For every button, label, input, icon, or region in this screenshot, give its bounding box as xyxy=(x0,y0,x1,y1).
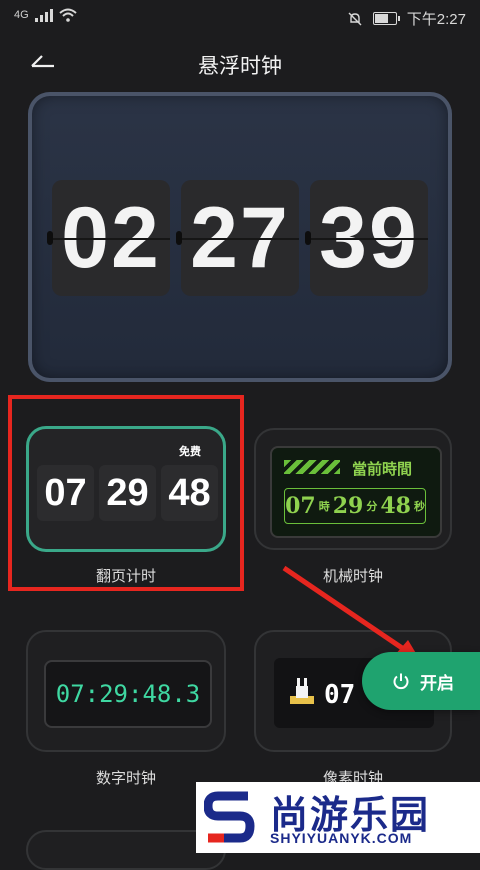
preview-hours: 02 xyxy=(47,180,170,296)
preview-minutes: 27 xyxy=(176,180,299,296)
mechanical-clock-card[interactable]: 當前時間 07 時 29 分 48 秒 xyxy=(254,428,452,550)
status-right: 下午2:27 xyxy=(347,8,466,29)
power-icon xyxy=(393,673,409,690)
rabbit-icon xyxy=(290,678,314,704)
digital-time: 07:29:48.3 xyxy=(44,660,212,728)
highlight-box xyxy=(8,395,244,591)
signal-icon xyxy=(34,8,53,22)
wifi-icon xyxy=(59,8,77,22)
status-bar: 4G 下午2:27 xyxy=(0,0,480,34)
watermark-en: SHYIYUANYK.COM xyxy=(270,830,413,846)
mechanical-time: 07 時 29 分 48 秒 xyxy=(284,488,426,524)
digital-clock-card[interactable]: 07:29:48.3 xyxy=(26,630,226,752)
pixel-time: 07 xyxy=(324,680,356,710)
site-logo-icon xyxy=(204,791,255,843)
battery-icon xyxy=(372,12,400,25)
network-type: 4G xyxy=(14,9,29,21)
watermark: 尚游乐园 SHYIYUANYK.COM xyxy=(196,782,480,853)
mute-bell-icon xyxy=(348,12,362,25)
page-title: 悬浮时钟 xyxy=(198,55,282,78)
status-left: 4G xyxy=(14,8,77,22)
preview-seconds: 39 xyxy=(305,180,428,296)
status-time: 下午2:27 xyxy=(406,11,466,28)
open-button[interactable]: 开启 xyxy=(362,652,480,710)
open-button-label: 开启 xyxy=(420,673,454,693)
stripes-decoration xyxy=(284,460,340,474)
mechanical-clock-display: 當前時間 07 時 29 分 48 秒 xyxy=(270,446,442,538)
mechanical-heading: 當前時間 xyxy=(352,460,413,478)
